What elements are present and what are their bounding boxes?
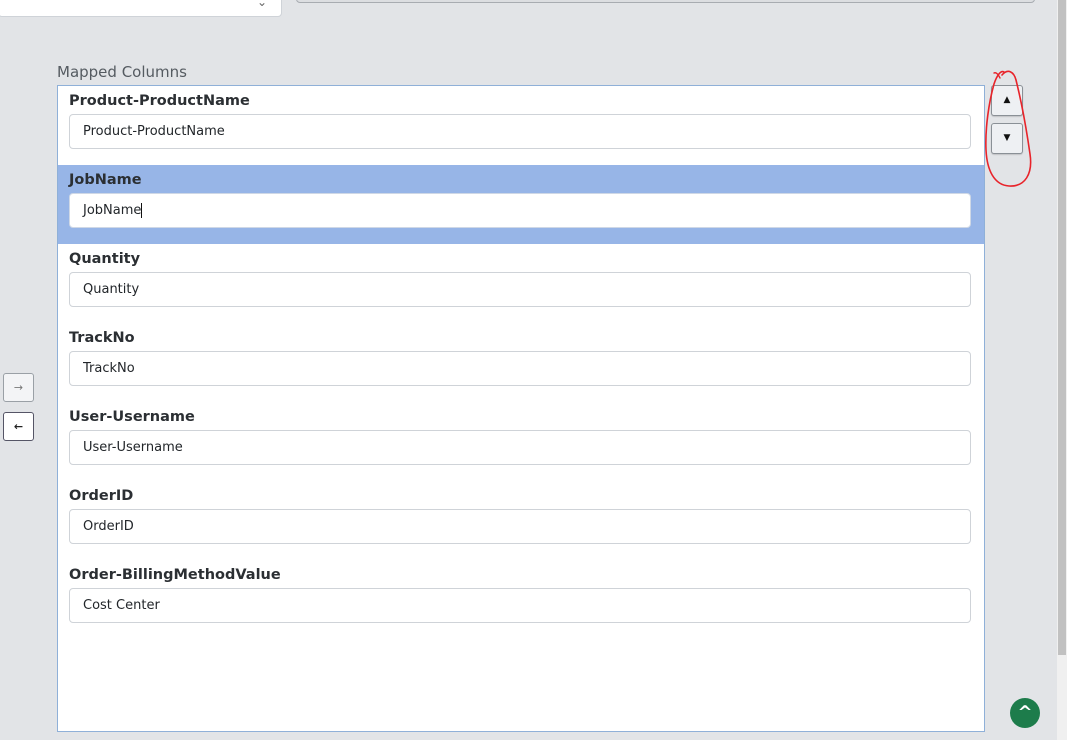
list-item[interactable]: Order-BillingMethodValue xyxy=(58,560,984,639)
column-field[interactable] xyxy=(69,351,971,386)
scrollbar-thumb[interactable] xyxy=(1058,0,1066,655)
top-dropdown[interactable]: ⌄ xyxy=(0,0,282,17)
column-label: TrackNo xyxy=(69,330,135,346)
list-item[interactable]: User-Username xyxy=(58,402,984,481)
arrow-right-icon: → xyxy=(13,381,24,394)
chevron-down-icon: ⌄ xyxy=(256,0,267,9)
scroll-to-top-button[interactable]: ^ xyxy=(1010,698,1040,728)
annotation-circle xyxy=(985,70,1032,187)
column-field-text: JobName xyxy=(83,203,142,218)
column-label: Order-BillingMethodValue xyxy=(69,567,281,583)
list-item[interactable]: TrackNo xyxy=(58,323,984,402)
column-field[interactable] xyxy=(69,588,971,623)
column-field[interactable] xyxy=(69,430,971,465)
column-field[interactable] xyxy=(69,114,971,149)
arrow-left-icon: ← xyxy=(13,420,24,433)
column-label: Quantity xyxy=(69,251,141,267)
move-left-button[interactable]: ← xyxy=(3,412,34,441)
chevron-up-icon: ^ xyxy=(1017,702,1033,723)
column-label: User-Username xyxy=(69,409,195,425)
list-item-selected[interactable]: JobName JobName xyxy=(58,165,984,244)
page-scrollbar[interactable] xyxy=(1057,0,1067,740)
mapped-columns-list[interactable]: Product-ProductName JobName JobName Quan… xyxy=(57,85,985,732)
column-label: JobName xyxy=(69,172,142,188)
column-field[interactable] xyxy=(69,272,971,307)
column-field[interactable]: JobName xyxy=(69,193,971,228)
list-item[interactable]: Product-ProductName xyxy=(58,86,984,165)
column-field[interactable] xyxy=(69,509,971,544)
column-label: OrderID xyxy=(69,488,134,504)
text-cursor xyxy=(141,203,143,218)
column-label: Product-ProductName xyxy=(69,93,250,109)
mapped-columns-label: Mapped Columns xyxy=(57,63,187,81)
list-item[interactable]: OrderID xyxy=(58,481,984,560)
top-bar xyxy=(296,0,1035,3)
move-right-button[interactable]: → xyxy=(3,373,34,402)
list-item[interactable]: Quantity xyxy=(58,244,984,323)
